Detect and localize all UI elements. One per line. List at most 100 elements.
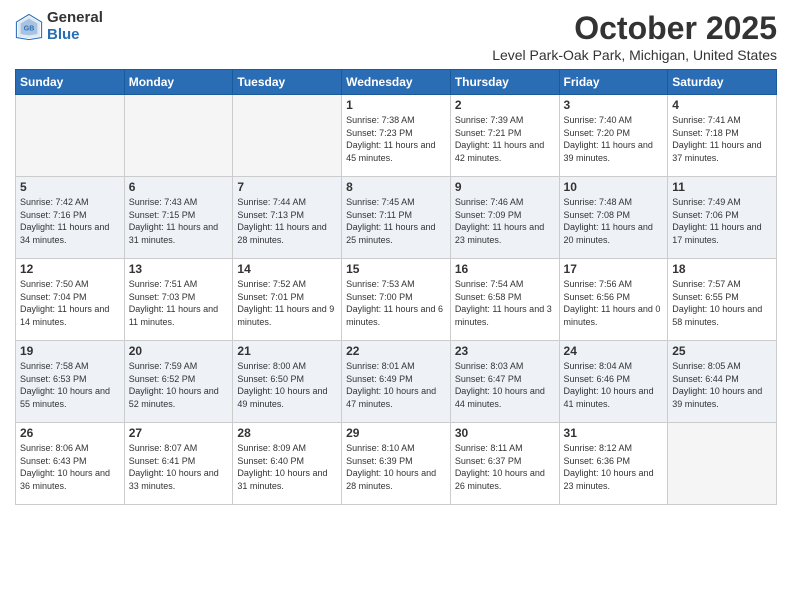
calendar-cell: 4Sunrise: 7:41 AM Sunset: 7:18 PM Daylig… bbox=[668, 95, 777, 177]
calendar-cell: 16Sunrise: 7:54 AM Sunset: 6:58 PM Dayli… bbox=[450, 259, 559, 341]
day-number: 21 bbox=[237, 344, 337, 358]
calendar-cell: 5Sunrise: 7:42 AM Sunset: 7:16 PM Daylig… bbox=[16, 177, 125, 259]
logo-general: General bbox=[47, 10, 103, 27]
logo-text: General Blue bbox=[47, 10, 103, 43]
calendar-cell: 17 Sunrise: 7:56 AM Sunset: 6:56 PM Dayli… bbox=[559, 259, 668, 341]
calendar-cell: 25 Sunrise: 8:05 AM Sunset: 6:44 PM Dayli… bbox=[668, 341, 777, 423]
calendar-cell: 12Sunrise: 7:50 AM Sunset: 7:04 PM Dayli… bbox=[16, 259, 125, 341]
day-info: Sunrise: 7:39 AM Sunset: 7:21 PM Dayligh… bbox=[455, 114, 555, 164]
day-info: Sunrise: 7:41 AM Sunset: 7:18 PM Dayligh… bbox=[672, 114, 772, 164]
calendar-cell: 11Sunrise: 7:49 AM Sunset: 7:06 PM Dayli… bbox=[668, 177, 777, 259]
title-block: October 2025 Level Park-Oak Park, Michig… bbox=[492, 10, 777, 63]
day-info: Sunrise: 8:01 AM Sunset: 6:49 PM Dayligh… bbox=[346, 360, 446, 410]
calendar-cell: 26 Sunrise: 8:06 AM Sunset: 6:43 PM Dayli… bbox=[16, 423, 125, 505]
day-info: Sunrise: 8:05 AM Sunset: 6:44 PM Dayligh… bbox=[672, 360, 772, 410]
day-number: 22 bbox=[346, 344, 446, 358]
calendar-cell: 30 Sunrise: 8:11 AM Sunset: 6:37 PM Dayli… bbox=[450, 423, 559, 505]
day-number: 28 bbox=[237, 426, 337, 440]
calendar-cell: 1 Sunrise: 7:38 AM Sunset: 7:23 PM Daylig… bbox=[342, 95, 451, 177]
day-info: Sunrise: 7:54 AM Sunset: 6:58 PM Dayligh… bbox=[455, 278, 555, 328]
day-number: 20 bbox=[129, 344, 229, 358]
calendar-cell: 22 Sunrise: 8:01 AM Sunset: 6:49 PM Dayli… bbox=[342, 341, 451, 423]
day-number: 19 bbox=[20, 344, 120, 358]
day-number: 31 bbox=[564, 426, 664, 440]
day-number: 24 bbox=[564, 344, 664, 358]
calendar-cell: 29 Sunrise: 8:10 AM Sunset: 6:39 PM Dayli… bbox=[342, 423, 451, 505]
day-number: 1 bbox=[346, 98, 446, 112]
logo: GB General Blue bbox=[15, 10, 103, 43]
day-info: Sunrise: 8:10 AM Sunset: 6:39 PM Dayligh… bbox=[346, 442, 446, 492]
day-number: 23 bbox=[455, 344, 555, 358]
day-info: Sunrise: 8:04 AM Sunset: 6:46 PM Dayligh… bbox=[564, 360, 664, 410]
month-title: October 2025 bbox=[492, 10, 777, 47]
day-info: Sunrise: 7:45 AM Sunset: 7:11 PM Dayligh… bbox=[346, 196, 446, 246]
calendar-cell: 19 Sunrise: 7:58 AM Sunset: 6:53 PM Dayli… bbox=[16, 341, 125, 423]
day-info: Sunrise: 7:40 AM Sunset: 7:20 PM Dayligh… bbox=[564, 114, 664, 164]
calendar-cell bbox=[16, 95, 125, 177]
day-info: Sunrise: 7:52 AM Sunset: 7:01 PM Dayligh… bbox=[237, 278, 337, 328]
calendar-cell: 28Sunrise: 8:09 AM Sunset: 6:40 PM Dayli… bbox=[233, 423, 342, 505]
day-info: Sunrise: 7:46 AM Sunset: 7:09 PM Dayligh… bbox=[455, 196, 555, 246]
col-sunday: Sunday bbox=[16, 70, 125, 95]
calendar-cell: 14 Sunrise: 7:52 AM Sunset: 7:01 PM Dayli… bbox=[233, 259, 342, 341]
col-friday: Friday bbox=[559, 70, 668, 95]
calendar-cell: 23 Sunrise: 8:03 AM Sunset: 6:47 PM Dayli… bbox=[450, 341, 559, 423]
calendar-cell bbox=[124, 95, 233, 177]
day-number: 27 bbox=[129, 426, 229, 440]
calendar-cell: 18Sunrise: 7:57 AM Sunset: 6:55 PM Dayli… bbox=[668, 259, 777, 341]
day-info: Sunrise: 7:44 AM Sunset: 7:13 PM Dayligh… bbox=[237, 196, 337, 246]
calendar-week-row: 26 Sunrise: 8:06 AM Sunset: 6:43 PM Dayli… bbox=[16, 423, 777, 505]
day-info: Sunrise: 7:56 AM Sunset: 6:56 PM Dayligh… bbox=[564, 278, 664, 328]
day-info: Sunrise: 8:12 AM Sunset: 6:36 PM Dayligh… bbox=[564, 442, 664, 492]
calendar-week-row: 5Sunrise: 7:42 AM Sunset: 7:16 PM Daylig… bbox=[16, 177, 777, 259]
calendar-cell: 21Sunrise: 8:00 AM Sunset: 6:50 PM Dayli… bbox=[233, 341, 342, 423]
day-info: Sunrise: 8:03 AM Sunset: 6:47 PM Dayligh… bbox=[455, 360, 555, 410]
day-number: 14 bbox=[237, 262, 337, 276]
day-info: Sunrise: 8:11 AM Sunset: 6:37 PM Dayligh… bbox=[455, 442, 555, 492]
day-number: 18 bbox=[672, 262, 772, 276]
calendar-cell: 8 Sunrise: 7:45 AM Sunset: 7:11 PM Daylig… bbox=[342, 177, 451, 259]
col-tuesday: Tuesday bbox=[233, 70, 342, 95]
calendar-cell: 13 Sunrise: 7:51 AM Sunset: 7:03 PM Dayli… bbox=[124, 259, 233, 341]
calendar-cell: 3 Sunrise: 7:40 AM Sunset: 7:20 PM Daylig… bbox=[559, 95, 668, 177]
day-number: 30 bbox=[455, 426, 555, 440]
day-number: 25 bbox=[672, 344, 772, 358]
day-info: Sunrise: 8:06 AM Sunset: 6:43 PM Dayligh… bbox=[20, 442, 120, 492]
calendar-cell: 27Sunrise: 8:07 AM Sunset: 6:41 PM Dayli… bbox=[124, 423, 233, 505]
day-info: Sunrise: 7:58 AM Sunset: 6:53 PM Dayligh… bbox=[20, 360, 120, 410]
day-info: Sunrise: 7:48 AM Sunset: 7:08 PM Dayligh… bbox=[564, 196, 664, 246]
day-number: 9 bbox=[455, 180, 555, 194]
calendar-cell: 7Sunrise: 7:44 AM Sunset: 7:13 PM Daylig… bbox=[233, 177, 342, 259]
col-thursday: Thursday bbox=[450, 70, 559, 95]
calendar-cell: 2 Sunrise: 7:39 AM Sunset: 7:21 PM Daylig… bbox=[450, 95, 559, 177]
calendar-cell bbox=[233, 95, 342, 177]
col-wednesday: Wednesday bbox=[342, 70, 451, 95]
day-number: 29 bbox=[346, 426, 446, 440]
calendar-cell: 31 Sunrise: 8:12 AM Sunset: 6:36 PM Dayli… bbox=[559, 423, 668, 505]
day-number: 13 bbox=[129, 262, 229, 276]
day-info: Sunrise: 7:38 AM Sunset: 7:23 PM Dayligh… bbox=[346, 114, 446, 164]
calendar-cell: 10 Sunrise: 7:48 AM Sunset: 7:08 PM Dayli… bbox=[559, 177, 668, 259]
day-info: Sunrise: 7:42 AM Sunset: 7:16 PM Dayligh… bbox=[20, 196, 120, 246]
day-info: Sunrise: 7:53 AM Sunset: 7:00 PM Dayligh… bbox=[346, 278, 446, 328]
day-number: 11 bbox=[672, 180, 772, 194]
day-number: 2 bbox=[455, 98, 555, 112]
day-number: 10 bbox=[564, 180, 664, 194]
calendar-header-row: Sunday Monday Tuesday Wednesday Thursday… bbox=[16, 70, 777, 95]
col-saturday: Saturday bbox=[668, 70, 777, 95]
day-number: 12 bbox=[20, 262, 120, 276]
calendar-cell: 20 Sunrise: 7:59 AM Sunset: 6:52 PM Dayli… bbox=[124, 341, 233, 423]
day-info: Sunrise: 7:51 AM Sunset: 7:03 PM Dayligh… bbox=[129, 278, 229, 328]
calendar-week-row: 1 Sunrise: 7:38 AM Sunset: 7:23 PM Daylig… bbox=[16, 95, 777, 177]
calendar-cell: 15Sunrise: 7:53 AM Sunset: 7:00 PM Dayli… bbox=[342, 259, 451, 341]
page-container: GB General Blue October 2025 Level Park-… bbox=[0, 0, 792, 515]
day-number: 3 bbox=[564, 98, 664, 112]
day-info: Sunrise: 7:43 AM Sunset: 7:15 PM Dayligh… bbox=[129, 196, 229, 246]
calendar-table: Sunday Monday Tuesday Wednesday Thursday… bbox=[15, 69, 777, 505]
calendar-cell bbox=[668, 423, 777, 505]
day-info: Sunrise: 7:59 AM Sunset: 6:52 PM Dayligh… bbox=[129, 360, 229, 410]
day-number: 26 bbox=[20, 426, 120, 440]
calendar-week-row: 19 Sunrise: 7:58 AM Sunset: 6:53 PM Dayli… bbox=[16, 341, 777, 423]
day-number: 17 bbox=[564, 262, 664, 276]
day-number: 8 bbox=[346, 180, 446, 194]
